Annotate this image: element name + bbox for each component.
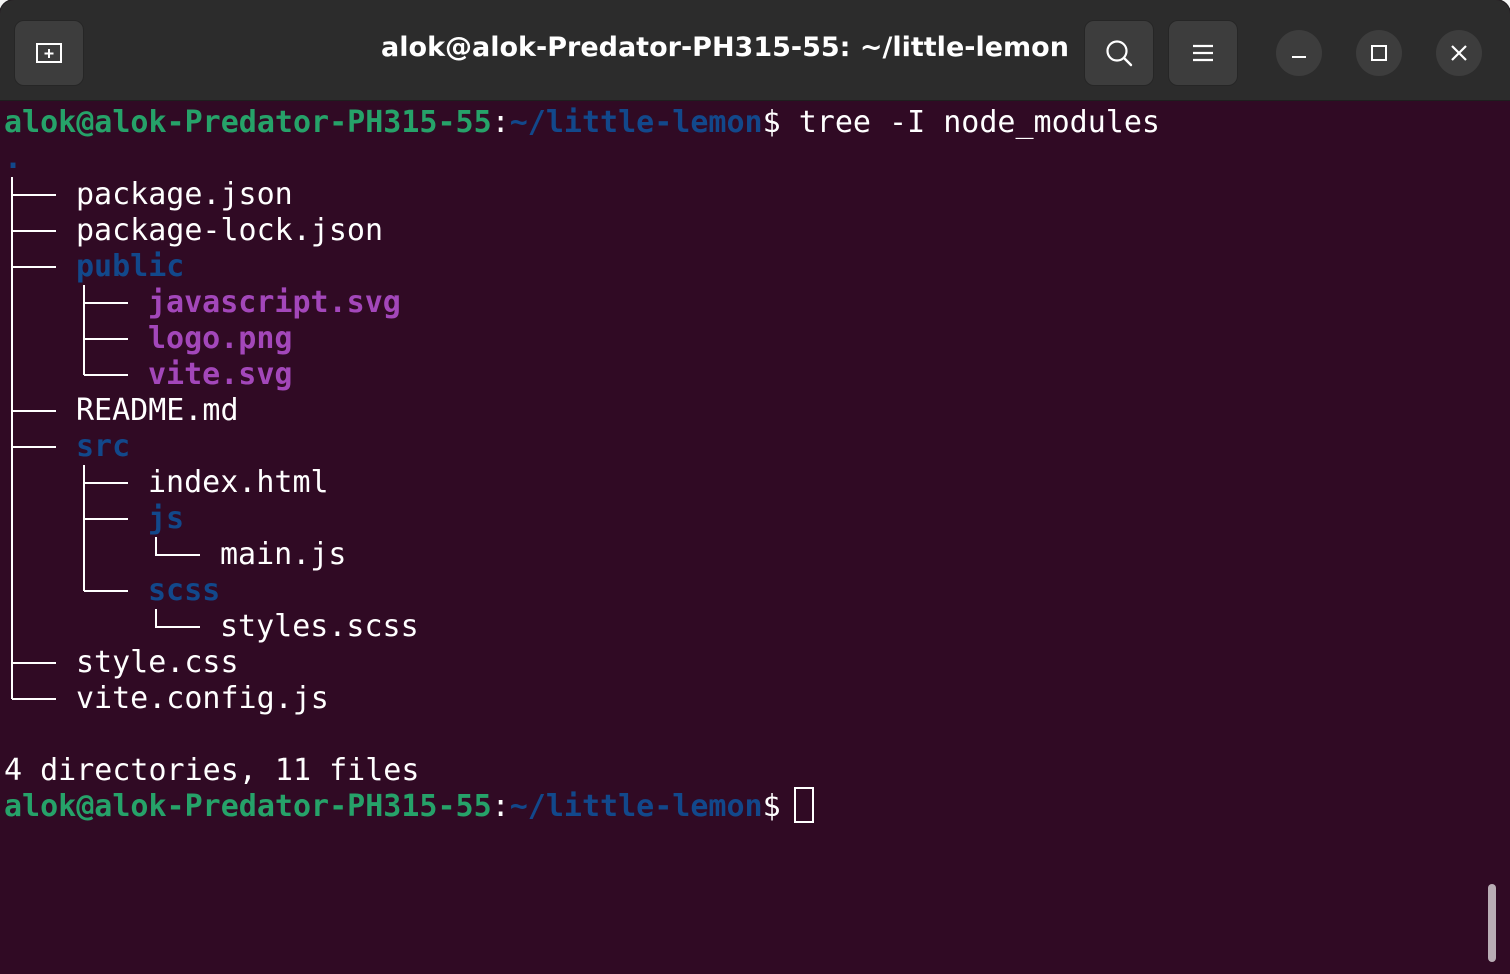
prompt-path: ~/little-lemon — [509, 105, 763, 140]
window-title: alok@alok-Predator-PH315-55: ~/little-le… — [381, 32, 1069, 63]
text-cursor — [794, 787, 814, 823]
tree-item: README.md — [76, 393, 239, 428]
prompt-symbol: $ — [762, 789, 781, 824]
tree-item: vite.config.js — [76, 681, 329, 716]
search-button[interactable] — [1084, 20, 1154, 86]
tree-dir: public — [76, 249, 185, 284]
prompt-separator: : — [491, 105, 510, 140]
tree-item: logo.png — [148, 321, 293, 356]
prompt-separator: : — [491, 789, 510, 824]
tree-item: index.html — [148, 465, 329, 500]
tree-dir: js — [148, 501, 185, 536]
tree-item: style.css — [76, 645, 239, 680]
title-bar[interactable]: alok@alok-Predator-PH315-55: ~/little-le… — [0, 0, 1510, 101]
tree-item: styles.scss — [220, 609, 419, 644]
maximize-button[interactable] — [1356, 30, 1402, 76]
menu-button[interactable] — [1168, 20, 1238, 86]
tree-item: package.json — [76, 177, 293, 212]
prompt-line: alok@alok-Predator-PH315-55:~/little-lem… — [4, 789, 781, 825]
prompt-path: ~/little-lemon — [509, 789, 763, 824]
tree-summary: 4 directories, 11 files — [4, 753, 420, 788]
scrollbar-thumb[interactable] — [1488, 884, 1496, 962]
tree-item: javascript.svg — [148, 285, 401, 320]
prompt-user-host: alok@alok-Predator-PH315-55 — [4, 105, 492, 140]
close-button[interactable] — [1436, 30, 1482, 76]
tree-item: package-lock.json — [76, 213, 384, 248]
command-text: tree -I node_modules — [780, 105, 1160, 140]
command-line: alok@alok-Predator-PH315-55:~/little-lem… — [4, 105, 1160, 141]
minimize-button[interactable] — [1276, 30, 1322, 76]
new-tab-button[interactable] — [14, 20, 84, 86]
prompt-symbol: $ — [762, 105, 781, 140]
tree-item: vite.svg — [148, 357, 293, 392]
tree-item: main.js — [220, 537, 347, 572]
tree-dir: src — [76, 429, 131, 464]
terminal-window: alok@alok-Predator-PH315-55: ~/little-le… — [0, 0, 1510, 974]
tree-dir: scss — [148, 573, 221, 608]
tree-root: . — [4, 141, 23, 176]
prompt-user-host: alok@alok-Predator-PH315-55 — [4, 789, 492, 824]
terminal-output[interactable]: alok@alok-Predator-PH315-55:~/little-lem… — [0, 101, 1510, 974]
